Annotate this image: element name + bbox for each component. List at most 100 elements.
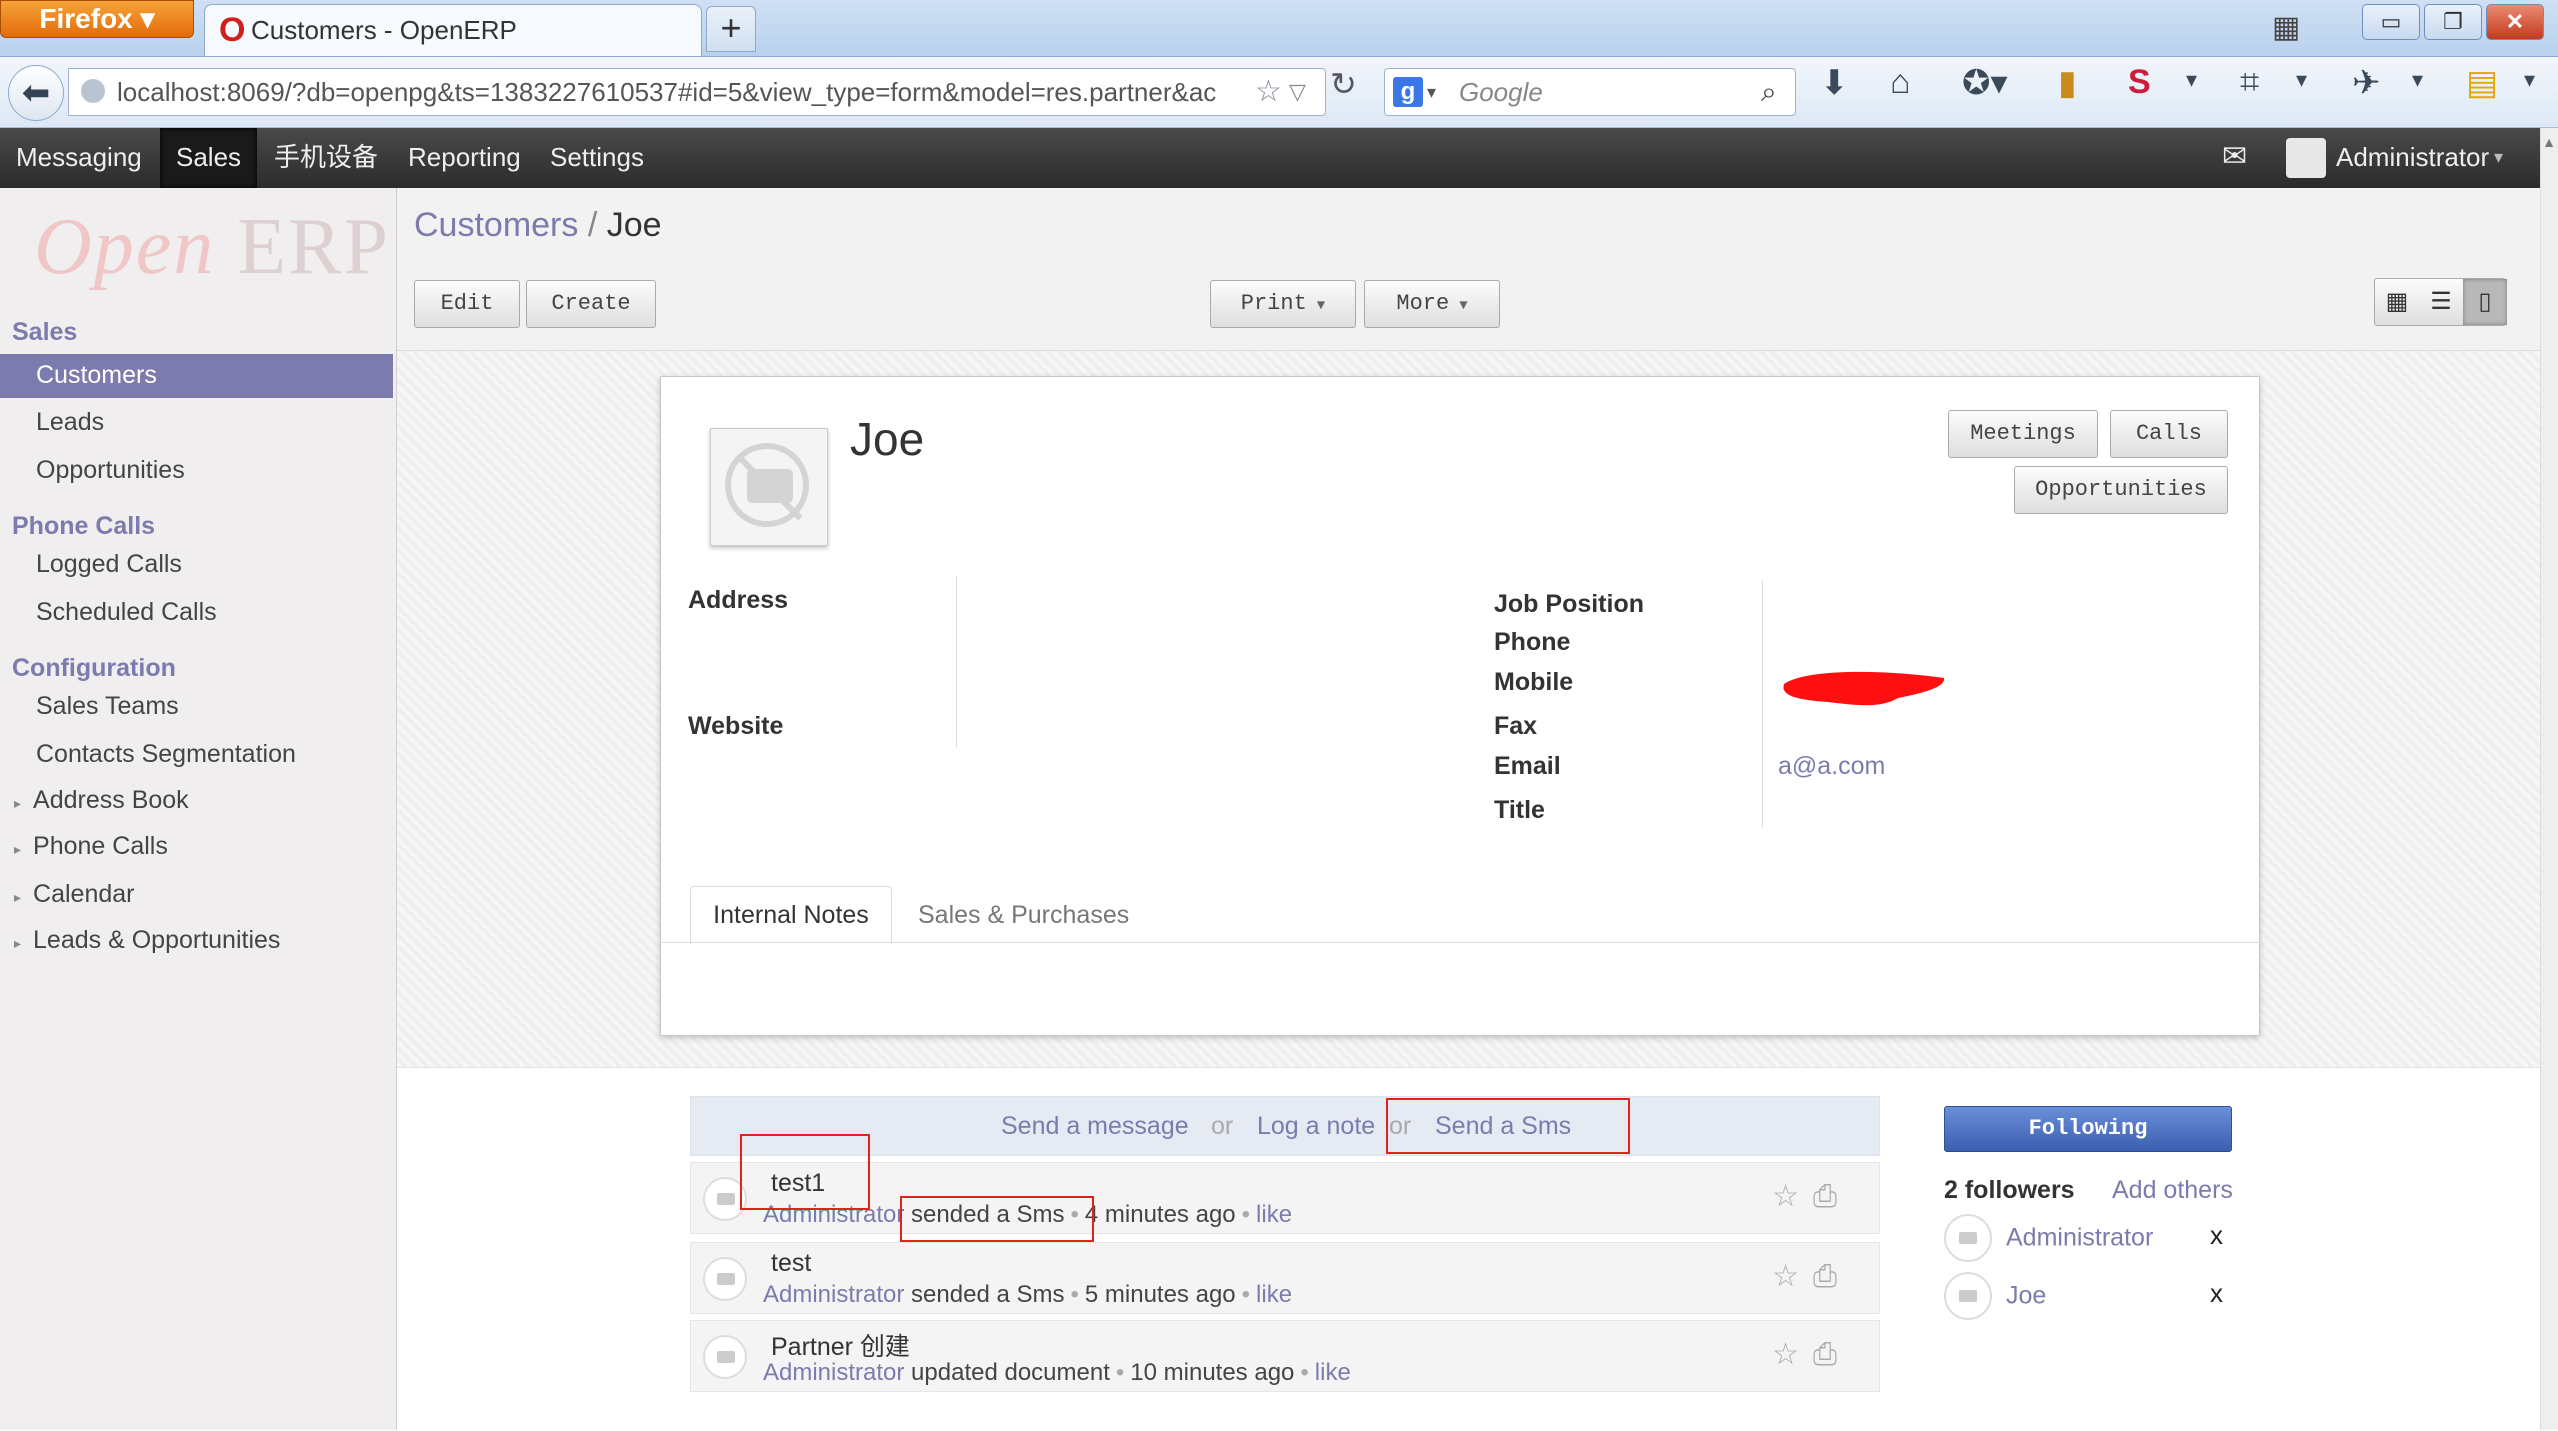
message-body: Partner 创建 [771, 1333, 910, 1361]
addon-dropdown-icon[interactable]: ▾ [2186, 67, 2197, 93]
menu-mobile-devices[interactable]: 手机设备 [258, 128, 394, 188]
add-others-link[interactable]: Add others [2112, 1176, 2233, 1205]
message-item: test Administrator sended a Sms • 5 minute… [690, 1242, 1880, 1314]
addon-bird-icon[interactable]: ✈ [2352, 63, 2381, 103]
addon-notes-icon[interactable]: ▤ [2466, 63, 2498, 103]
page-scrollbar[interactable] [2540, 128, 2558, 1430]
expand-arrow-icon: ▸ [14, 889, 22, 905]
close-window-button[interactable]: ✕ [2486, 4, 2544, 40]
url-bar[interactable]: localhost:8069/?db=openpg&ts=13832276105… [68, 68, 1326, 116]
field-divider [956, 576, 957, 748]
sidebar-item-phone-calls[interactable]: ▸ Phone Calls [14, 832, 168, 861]
opportunities-button[interactable]: Opportunities [2014, 466, 2228, 514]
firefox-menu-button[interactable]: Firefox ▾ [0, 0, 194, 38]
sidebar-item-customers[interactable]: Customers [0, 354, 393, 398]
addon-s-icon[interactable]: S [2128, 63, 2151, 102]
bookmark-star-icon[interactable]: ☆ [1255, 69, 1282, 115]
expand-arrow-icon: ▸ [14, 935, 22, 951]
sidebar-item-scheduled-calls[interactable]: Scheduled Calls [36, 598, 217, 627]
addon-dropdown-icon-2[interactable]: ▾ [2296, 67, 2307, 93]
browser-tab[interactable]: O Customers - OpenERP [204, 4, 702, 56]
send-message-link[interactable]: Send a message [1001, 1097, 1189, 1155]
sidebar-item-label: Address Book [33, 786, 189, 814]
addon-book-icon[interactable]: ▮ [2058, 63, 2077, 103]
scroll-up-icon[interactable]: ▲ [2540, 128, 2558, 156]
sidebar-item-address-book[interactable]: ▸ Address Book [14, 786, 189, 815]
user-menu-caret-icon[interactable]: ▾ [2494, 128, 2503, 186]
like-link[interactable]: like [1256, 1281, 1292, 1308]
message-avatar[interactable] [703, 1257, 747, 1301]
search-bar[interactable]: g ▾ Google ⌕ [1384, 68, 1796, 116]
meetings-button[interactable]: Meetings [1948, 410, 2098, 458]
remove-follower-icon[interactable]: x [2210, 1220, 2223, 1251]
menu-reporting[interactable]: Reporting [392, 128, 537, 188]
edit-button[interactable]: Edit [414, 280, 520, 328]
inbox-icon[interactable]: ⎙ [1813, 1260, 1851, 1293]
addon-translate-icon[interactable]: ⌗ [2240, 63, 2259, 102]
sidebar-item-label: Calendar [33, 880, 135, 908]
like-link[interactable]: like [1315, 1359, 1351, 1386]
sidebar-item-logged-calls[interactable]: Logged Calls [36, 550, 182, 579]
user-avatar[interactable] [2286, 138, 2326, 178]
tab-internal-notes[interactable]: Internal Notes [690, 886, 892, 944]
message-author[interactable]: Administrator [763, 1281, 904, 1308]
message-avatar[interactable] [703, 1335, 747, 1379]
following-button[interactable]: Following [1944, 1106, 2232, 1152]
menu-settings[interactable]: Settings [534, 128, 660, 188]
star-icon[interactable]: ☆ [1772, 1338, 1813, 1371]
menu-sales[interactable]: Sales [160, 128, 258, 188]
more-button[interactable]: More ▼ [1364, 280, 1500, 328]
sidebar-item-leads-opportunities[interactable]: ▸ Leads & Opportunities [14, 926, 280, 955]
home-icon[interactable]: ⌂ [1890, 63, 1911, 102]
url-history-dropdown-icon[interactable]: ▽ [1289, 69, 1306, 115]
tab-groups-icon[interactable]: ▦ [2272, 10, 2300, 45]
message-author[interactable]: Administrator [763, 1359, 904, 1386]
sidebar-item-contacts-segmentation[interactable]: Contacts Segmentation [36, 740, 296, 769]
site-identity-icon[interactable] [81, 79, 105, 103]
sidebar-item-leads[interactable]: Leads [36, 408, 104, 437]
partner-photo[interactable] [710, 428, 828, 546]
engine-dropdown-icon[interactable]: ▾ [1427, 69, 1436, 115]
print-button[interactable]: Print ▼ [1210, 280, 1356, 328]
sidebar-item-sales-teams[interactable]: Sales Teams [36, 692, 179, 721]
log-note-link[interactable]: Log a note [1257, 1097, 1375, 1155]
star-icon[interactable]: ☆ [1772, 1180, 1813, 1213]
create-button[interactable]: Create [526, 280, 656, 328]
message-actions: ☆⎙ [1772, 1179, 1851, 1214]
menu-overflow-icon[interactable]: ▾ [2524, 67, 2535, 93]
inbox-icon[interactable]: ⎙ [1813, 1338, 1851, 1371]
list-view-icon[interactable]: ☰ [2419, 279, 2463, 325]
star-icon[interactable]: ☆ [1772, 1260, 1813, 1293]
minimize-button[interactable]: ▭ [2362, 4, 2420, 40]
google-engine-icon[interactable]: g [1393, 77, 1423, 107]
calls-button[interactable]: Calls [2110, 410, 2228, 458]
back-button[interactable]: ⬅ [8, 65, 64, 121]
tab-sales-purchases[interactable]: Sales & Purchases [918, 886, 1129, 944]
breadcrumb-customers[interactable]: Customers [414, 206, 578, 244]
downloads-icon[interactable]: ⬇ [1820, 63, 1849, 103]
search-icon[interactable]: ⌕ [1761, 69, 1777, 115]
like-link[interactable]: like [1256, 1201, 1292, 1228]
inbox-icon[interactable]: ⎙ [1813, 1180, 1851, 1213]
email-value[interactable]: a@a.com [1778, 752, 1885, 781]
bookmarks-icon[interactable]: ✪▾ [1962, 63, 2008, 103]
follower-name[interactable]: Administrator [2006, 1224, 2153, 1252]
restore-button[interactable]: ❐ [2424, 4, 2482, 40]
menu-messaging[interactable]: Messaging [0, 128, 158, 188]
address-label: Address [688, 586, 789, 614]
message-body: test [771, 1249, 812, 1277]
reload-icon[interactable]: ↻ [1330, 65, 1357, 103]
user-menu[interactable]: Administrator [2336, 128, 2489, 186]
message-item: Partner 创建 Administrator updated documen… [690, 1320, 1880, 1392]
mail-icon[interactable]: ✉ [2222, 128, 2247, 186]
form-view-icon[interactable]: ▯ [2463, 279, 2507, 325]
kanban-view-icon[interactable]: ▦ [2375, 279, 2419, 325]
new-tab-button[interactable]: + [706, 6, 756, 52]
remove-follower-icon[interactable]: x [2210, 1278, 2223, 1309]
left-sidebar: Open ERP Sales Customers Leads Opportuni… [0, 188, 397, 1430]
addon-dropdown-icon-3[interactable]: ▾ [2412, 67, 2423, 93]
sidebar-item-calendar[interactable]: ▸ Calendar [14, 880, 135, 909]
navigation-toolbar: ⬅ localhost:8069/?db=openpg&ts=138322761… [0, 57, 2558, 128]
follower-name[interactable]: Joe [2006, 1282, 2046, 1310]
sidebar-item-opportunities[interactable]: Opportunities [36, 456, 185, 485]
